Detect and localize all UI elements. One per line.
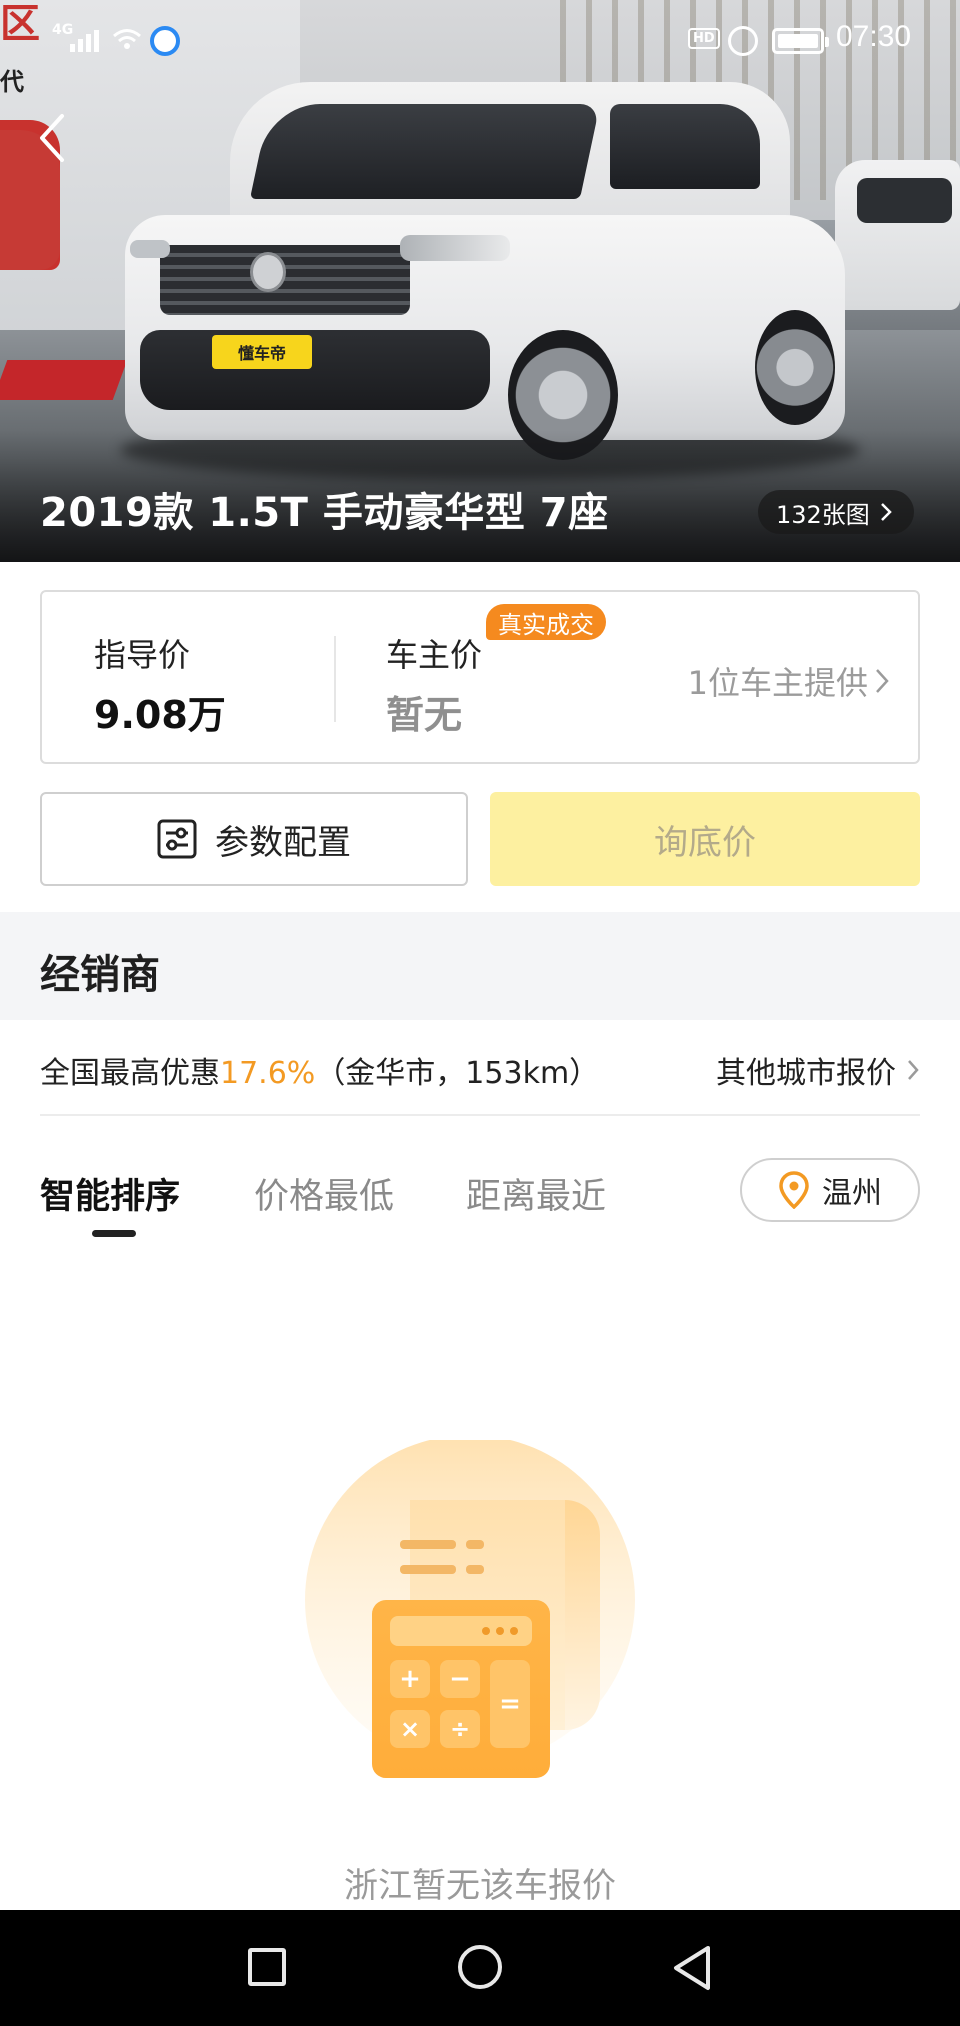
city-selector-button[interactable]: 温州 bbox=[740, 1158, 920, 1222]
params-config-button[interactable]: 参数配置 bbox=[40, 792, 468, 886]
car-grille bbox=[160, 245, 410, 315]
tab-smart-sort[interactable]: 智能排序 bbox=[40, 1168, 180, 1219]
alarm-icon bbox=[728, 26, 758, 56]
promo-rate: 17.6% bbox=[220, 1056, 316, 1091]
dealer-section-title: 经销商 bbox=[40, 952, 160, 998]
car-model-title: 2019款 1.5T 手动豪华型 7座 bbox=[40, 490, 609, 536]
system-nav-bar bbox=[0, 1910, 960, 2026]
photo-count-button[interactable]: 132张图 bbox=[758, 490, 914, 534]
tab-lowest-price[interactable]: 价格最低 bbox=[254, 1168, 394, 1219]
svg-text:÷: ÷ bbox=[450, 1715, 470, 1743]
price-divider bbox=[334, 636, 336, 722]
chevron-right-icon bbox=[876, 669, 889, 693]
car-plate: 懂车帝 bbox=[212, 335, 312, 369]
calculator-receipt-icon: + − × ÷ = bbox=[305, 1440, 635, 1778]
chevron-left-icon[interactable] bbox=[32, 108, 72, 168]
other-city-prices-link[interactable]: 其他城市报价 bbox=[716, 1048, 920, 1092]
owner-provider-link[interactable]: 1位车主提供 bbox=[688, 658, 890, 704]
real-deal-badge: 真实成交 bbox=[486, 604, 606, 640]
sort-tabs: 智能排序 价格最低 距离最近 温州 bbox=[0, 1140, 960, 1250]
car-side-window bbox=[610, 104, 760, 189]
sliders-icon bbox=[157, 819, 197, 859]
car-wheel-rear bbox=[755, 310, 835, 425]
car-headlamp-left bbox=[130, 240, 170, 258]
city-label: 温州 bbox=[822, 1176, 882, 1211]
svg-text:−: − bbox=[449, 1664, 471, 1694]
hd-icon: HD bbox=[688, 28, 720, 49]
home-icon[interactable] bbox=[458, 1945, 502, 1989]
inquiry-price-button[interactable]: 询底价 bbox=[490, 792, 920, 886]
svg-text:×: × bbox=[400, 1715, 420, 1743]
svg-text:+: + bbox=[399, 1664, 421, 1694]
location-pin-icon bbox=[779, 1171, 809, 1209]
app-notification-icon bbox=[150, 26, 180, 56]
owner-price-value: 暂无 bbox=[386, 693, 463, 737]
recent-apps-icon[interactable] bbox=[248, 1948, 286, 1986]
chevron-right-icon bbox=[880, 503, 892, 521]
dealer-section-header: 经销商 bbox=[0, 912, 960, 1020]
guide-price-label: 指导价 bbox=[94, 636, 191, 674]
guide-price-value: 9.08万 bbox=[94, 693, 226, 737]
tab-nearest[interactable]: 距离最近 bbox=[466, 1168, 606, 1219]
status-bar: 4G HD 07:30 bbox=[0, 0, 960, 80]
photo-count-label: 132张图 bbox=[776, 500, 870, 529]
promo-prefix: 全国最高优惠 bbox=[40, 1056, 220, 1091]
owner-provider-label: 1位车主提供 bbox=[687, 664, 868, 702]
price-card[interactable]: 指导价 9.08万 车主价 暂无 真实成交 1位车主提供 bbox=[40, 590, 920, 764]
chevron-right-icon bbox=[908, 1060, 919, 1080]
national-promo-row: 全国最高优惠17.6%（金华市，153km） 其他城市报价 bbox=[0, 1020, 960, 1116]
car-hero-photo[interactable]: 区 代 懂车帝 bbox=[0, 0, 960, 562]
promo-suffix: （金华市，153km） bbox=[315, 1056, 600, 1091]
hero-carpet bbox=[0, 360, 128, 400]
car-headlamp-right bbox=[400, 235, 510, 261]
params-config-label: 参数配置 bbox=[215, 822, 351, 863]
back-triangle-icon[interactable] bbox=[670, 1944, 714, 1992]
active-tab-indicator bbox=[92, 1230, 136, 1237]
divider bbox=[40, 1114, 920, 1116]
hero-bg-car-right bbox=[835, 160, 960, 310]
national-promo-text: 全国最高优惠17.6%（金华市，153km） bbox=[40, 1048, 599, 1092]
other-city-prices-label: 其他城市报价 bbox=[716, 1056, 896, 1091]
car-windshield bbox=[249, 104, 601, 199]
car-bumper bbox=[140, 330, 490, 410]
battery-icon bbox=[772, 28, 829, 54]
status-time: 07:30 bbox=[836, 20, 912, 53]
owner-price-label: 车主价 bbox=[386, 636, 483, 674]
svg-text:=: = bbox=[499, 1689, 521, 1719]
signal-icon bbox=[70, 30, 99, 52]
car-brand-badge bbox=[250, 252, 286, 292]
wifi-icon bbox=[113, 29, 141, 49]
empty-state-message: 浙江暂无该车报价 bbox=[344, 1866, 616, 1906]
